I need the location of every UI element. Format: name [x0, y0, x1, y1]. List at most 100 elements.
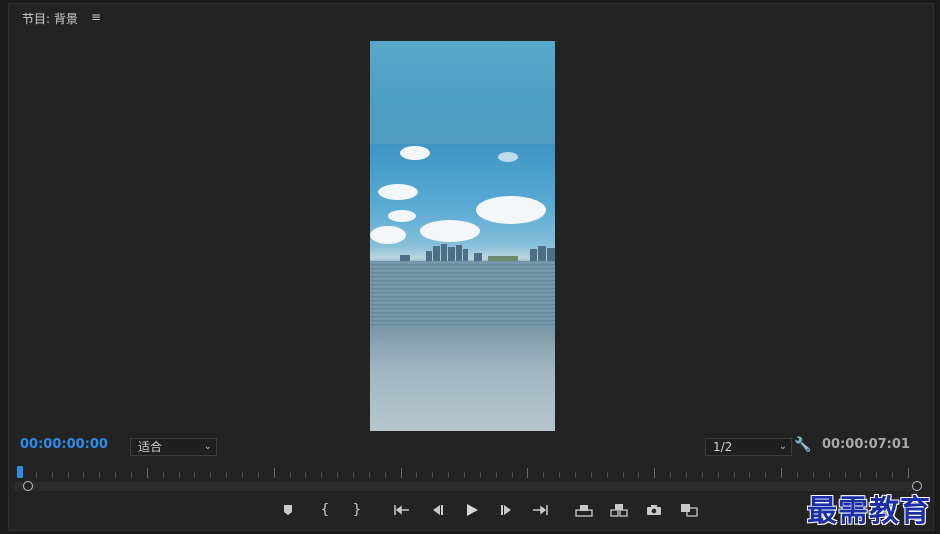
- ruler-tick: [892, 472, 893, 478]
- city-skyline: [370, 243, 555, 261]
- ruler-tick: [829, 472, 830, 478]
- ruler-tick: [258, 472, 259, 478]
- go-to-out-icon[interactable]: [531, 501, 549, 519]
- cloud: [388, 210, 416, 222]
- ruler-tick: [448, 472, 449, 478]
- cloud: [378, 184, 418, 200]
- ruler-tick: [464, 472, 465, 478]
- ruler-tick: [305, 472, 306, 478]
- ruler-tick: [147, 468, 148, 478]
- ruler-tick: [496, 472, 497, 478]
- zoom-level-select[interactable]: 适合 ⌄: [130, 438, 217, 456]
- camera-icon[interactable]: [645, 501, 663, 519]
- ruler-tick: [575, 472, 576, 478]
- ruler-tick: [527, 468, 528, 478]
- ruler-tick: [369, 472, 370, 478]
- cloud: [498, 152, 518, 162]
- sea-water: [370, 261, 555, 328]
- video-main-image: [370, 144, 555, 328]
- ruler-tick: [908, 468, 909, 478]
- ruler-tick: [797, 472, 798, 478]
- ruler-tick: [131, 472, 132, 478]
- ruler-tick: [163, 472, 164, 478]
- mark-in-icon[interactable]: {: [316, 501, 334, 519]
- step-forward-icon[interactable]: [498, 501, 516, 519]
- zoom-handle-left[interactable]: [23, 481, 33, 491]
- ruler-tick: [242, 472, 243, 478]
- duration-timecode: 00:00:07:01: [822, 437, 910, 452]
- ruler-tick: [876, 472, 877, 478]
- hamburger-menu-icon[interactable]: ≡: [91, 10, 101, 24]
- time-ruler[interactable]: [20, 466, 909, 478]
- playback-resolution-select[interactable]: 1/2 ⌄: [705, 438, 792, 456]
- ruler-tick: [115, 472, 116, 478]
- ruler-tick: [734, 472, 735, 478]
- program-video-frame: [370, 41, 555, 431]
- chevron-down-icon: ⌄: [203, 441, 212, 452]
- transport-controls: { }: [0, 501, 940, 519]
- ruler-tick: [702, 472, 703, 478]
- ruler-tick: [860, 472, 861, 478]
- play-icon[interactable]: [463, 501, 481, 519]
- comparison-view-icon[interactable]: [680, 501, 698, 519]
- wrench-icon[interactable]: 🔧: [794, 437, 811, 453]
- ruler-tick: [68, 472, 69, 478]
- ruler-tick: [99, 472, 100, 478]
- ruler-tick: [559, 472, 560, 478]
- ruler-tick: [416, 472, 417, 478]
- ruler-tick: [210, 472, 211, 478]
- ruler-tick: [686, 472, 687, 478]
- lift-icon[interactable]: [575, 501, 593, 519]
- playback-resolution-value: 1/2: [713, 440, 733, 454]
- playhead[interactable]: [17, 466, 23, 478]
- current-timecode[interactable]: 00:00:00:00: [20, 437, 108, 452]
- ruler-tick: [36, 472, 37, 478]
- cloud: [420, 220, 480, 242]
- cloud: [400, 146, 430, 160]
- zoom-scrollbar-track[interactable]: [14, 482, 914, 491]
- left-edge: [0, 0, 8, 534]
- ruler-tick: [52, 472, 53, 478]
- ruler-tick: [480, 472, 481, 478]
- ruler-tick: [512, 472, 513, 478]
- ruler-tick: [194, 472, 195, 478]
- mark-out-icon[interactable]: }: [348, 501, 366, 519]
- ruler-tick: [765, 472, 766, 478]
- ruler-tick: [274, 468, 275, 478]
- extract-icon[interactable]: [610, 501, 628, 519]
- video-blur-bottom: [370, 328, 555, 431]
- chevron-down-icon: ⌄: [778, 441, 787, 452]
- ruler-tick: [845, 472, 846, 478]
- add-marker-icon[interactable]: [279, 501, 297, 519]
- ruler-tick: [591, 472, 592, 478]
- step-back-icon[interactable]: [428, 501, 446, 519]
- ruler-tick: [353, 472, 354, 478]
- right-edge: [934, 0, 940, 534]
- ruler-tick: [670, 472, 671, 478]
- ruler-tick: [718, 472, 719, 478]
- ruler-tick: [385, 472, 386, 478]
- ruler-tick: [654, 468, 655, 478]
- go-to-in-icon[interactable]: [393, 501, 411, 519]
- ruler-tick: [638, 472, 639, 478]
- ruler-tick: [813, 472, 814, 478]
- ruler-tick: [290, 472, 291, 478]
- ruler-tick: [623, 472, 624, 478]
- watermark-logo: 最需教育: [807, 494, 931, 529]
- ruler-tick: [749, 472, 750, 478]
- ruler-tick: [179, 472, 180, 478]
- ruler-tick: [226, 472, 227, 478]
- ruler-tick: [781, 468, 782, 478]
- ruler-tick: [543, 472, 544, 478]
- ruler-tick: [321, 472, 322, 478]
- ruler-tick: [401, 468, 402, 478]
- panel-title[interactable]: 节目: 背景: [22, 10, 78, 27]
- ruler-tick: [83, 472, 84, 478]
- cloud: [476, 196, 546, 224]
- ruler-tick: [607, 472, 608, 478]
- video-blur-top: [370, 41, 555, 144]
- ruler-tick: [337, 472, 338, 478]
- ruler-tick: [432, 472, 433, 478]
- zoom-level-value: 适合: [138, 440, 163, 454]
- cloud: [370, 226, 406, 244]
